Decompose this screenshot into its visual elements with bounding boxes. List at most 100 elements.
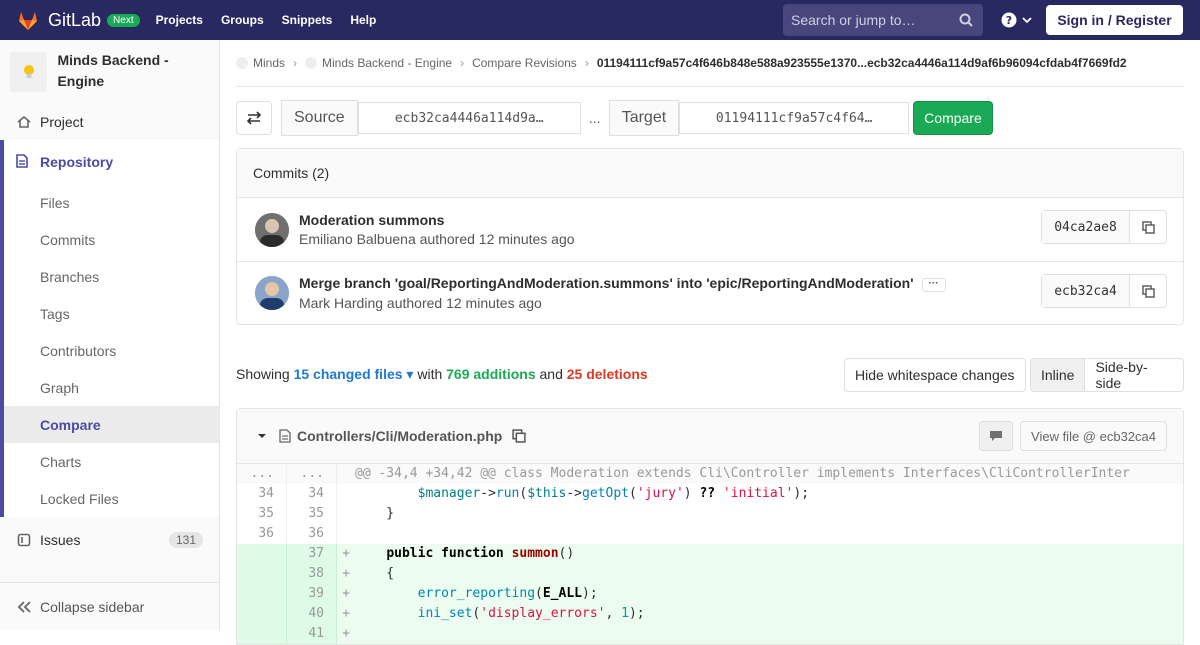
breadcrumb-current[interactable]: 01194111cf9a57c4f646b848e588a923555e1370…	[597, 56, 1127, 70]
breadcrumb-project[interactable]: Minds Backend - Engine	[322, 56, 452, 70]
sidebar-item-commits[interactable]: Commits	[4, 221, 219, 258]
compare-separator: ...	[588, 110, 601, 126]
comment-icon	[990, 431, 1002, 441]
sidebar-item-label: Project	[40, 113, 84, 130]
new-line-number[interactable]: 34	[287, 484, 337, 504]
commit-title[interactable]: Merge branch 'goal/ReportingAndModeratio…	[299, 275, 914, 291]
diff-file-name[interactable]: Controllers/Cli/Moderation.php	[297, 428, 502, 444]
diff-file: Controllers/Cli/Moderation.php View file…	[236, 408, 1184, 645]
hunk-text: @@ -34,4 +34,42 @@ class Moderation exte…	[355, 466, 1130, 481]
sidebar-item-tags[interactable]: Tags	[4, 295, 219, 332]
sidebar-item-graph[interactable]: Graph	[4, 369, 219, 406]
commit-title[interactable]: Moderation summons	[299, 212, 575, 228]
nav-groups[interactable]: Groups	[221, 13, 264, 27]
diff-line-added: 41 +	[237, 624, 1183, 644]
commit-sha[interactable]: 04ca2ae8	[1042, 211, 1130, 243]
diff-marker: +	[342, 626, 350, 641]
search-icon	[959, 13, 973, 27]
commit-sha-group: 04ca2ae8	[1041, 210, 1167, 244]
compare-button[interactable]: Compare	[913, 101, 993, 135]
sidebar-item-repository[interactable]: Repository	[4, 140, 219, 184]
toggle-comments-button[interactable]	[979, 421, 1013, 451]
sidebar-item-locked-files[interactable]: Locked Files	[4, 480, 219, 517]
old-line-number[interactable]: 36	[237, 524, 287, 544]
new-line-number[interactable]: 40	[287, 604, 337, 624]
sidebar-item-label: Issues	[40, 531, 81, 548]
commit-author[interactable]: Emiliano Balbuena	[299, 231, 416, 247]
old-line-number[interactable]: 35	[237, 504, 287, 524]
nav-snippets[interactable]: Snippets	[282, 13, 333, 27]
new-line-number[interactable]: ...	[287, 464, 337, 484]
diff-line: 36 36	[237, 524, 1183, 544]
old-line-number[interactable]	[237, 564, 287, 584]
inline-view-button[interactable]: Inline	[1031, 359, 1086, 391]
svg-text:?: ?	[1006, 14, 1012, 27]
next-badge[interactable]: Next	[107, 13, 140, 27]
issues-count-badge: 131	[168, 531, 203, 548]
project-name: Minds Backend - Engine	[57, 52, 169, 89]
brand-name: GitLab	[48, 9, 102, 30]
breadcrumb-minds[interactable]: Minds	[253, 56, 285, 70]
sidebar-item-contributors[interactable]: Contributors	[4, 332, 219, 369]
view-file-button[interactable]: View file @ ecb32ca4	[1020, 421, 1167, 451]
gitlab-logo[interactable]: GitLab Next	[16, 9, 140, 31]
nav-help[interactable]: Help	[350, 13, 376, 27]
caret-down-icon[interactable]	[257, 431, 267, 441]
new-line-number[interactable]: 36	[287, 524, 337, 544]
sidebar-item-charts[interactable]: Charts	[4, 443, 219, 480]
commit-sha-group: ecb32ca4	[1041, 274, 1167, 308]
copy-icon[interactable]	[512, 429, 527, 443]
breadcrumb: Minds › Minds Backend - Engine › Compare…	[236, 40, 1184, 87]
project-header[interactable]: Minds Backend - Engine	[0, 40, 219, 103]
sidebar-item-files[interactable]: Files	[4, 184, 219, 221]
nav-projects[interactable]: Projects	[156, 13, 203, 27]
author-avatar[interactable]	[255, 276, 289, 310]
sidebar-item-branches[interactable]: Branches	[4, 258, 219, 295]
diff-file-header: Controllers/Cli/Moderation.php View file…	[237, 409, 1183, 464]
diff-view-toggle: Inline Side-by-side	[1030, 358, 1184, 392]
diff-line: 35 35 }	[237, 504, 1183, 524]
target-revision-input[interactable]: 01194111cf9a57c4f64…	[679, 102, 910, 134]
sidebar-item-compare[interactable]: Compare	[4, 406, 219, 443]
changed-files-dropdown[interactable]: 15 changed files ▾	[294, 366, 414, 382]
top-navbar: GitLab Next Projects Groups Snippets Hel…	[0, 0, 1200, 40]
diff-marker: +	[342, 586, 350, 601]
sidebar-item-project[interactable]: Project	[0, 103, 219, 140]
help-dropdown[interactable]: ?	[1001, 12, 1033, 28]
diff-marker	[337, 484, 355, 504]
sign-in-button[interactable]: Sign in / Register	[1046, 5, 1183, 35]
swap-revisions-button[interactable]	[236, 101, 272, 135]
commit-author[interactable]: Mark Harding	[299, 295, 383, 311]
commit-row: Moderation summons Emiliano Balbuena aut…	[237, 198, 1183, 261]
new-line-number[interactable]: 39	[287, 584, 337, 604]
copy-sha-button[interactable]	[1130, 211, 1166, 243]
new-line-number[interactable]: 35	[287, 504, 337, 524]
breadcrumb-compare[interactable]: Compare Revisions	[472, 56, 577, 70]
commits-list: Commits (2) Moderation summons Emiliano …	[236, 148, 1184, 325]
search-input[interactable]: Search or jump to…	[783, 4, 983, 36]
breadcrumb-separator: ›	[584, 56, 589, 70]
diff-marker: +	[342, 546, 350, 561]
new-line-number[interactable]: 37	[287, 544, 337, 564]
old-line-number[interactable]: 34	[237, 484, 287, 504]
source-revision-input[interactable]: ecb32ca4446a114d9a…	[357, 102, 581, 134]
author-avatar[interactable]	[255, 212, 289, 247]
collapse-sidebar-button[interactable]: Collapse sidebar	[0, 582, 219, 630]
old-line-number[interactable]	[237, 544, 287, 564]
old-line-number[interactable]	[237, 584, 287, 604]
side-by-side-button[interactable]: Side-by-side	[1085, 359, 1183, 391]
new-line-number[interactable]: 38	[287, 564, 337, 584]
diff-line-added: 37 + public function summon()	[237, 544, 1183, 564]
old-line-number[interactable]	[237, 604, 287, 624]
expand-description-button[interactable]: ···	[921, 278, 946, 292]
search-placeholder: Search or jump to…	[791, 12, 916, 28]
group-avatar-icon	[236, 57, 248, 69]
new-line-number[interactable]: 41	[287, 624, 337, 644]
hide-whitespace-button[interactable]: Hide whitespace changes	[844, 358, 1026, 392]
old-line-number[interactable]: ...	[237, 464, 287, 484]
sidebar-item-issues[interactable]: Issues 131	[0, 521, 219, 558]
copy-icon	[1141, 220, 1155, 234]
commit-sha[interactable]: ecb32ca4	[1042, 275, 1130, 307]
old-line-number[interactable]	[237, 624, 287, 644]
copy-sha-button[interactable]	[1130, 275, 1166, 307]
